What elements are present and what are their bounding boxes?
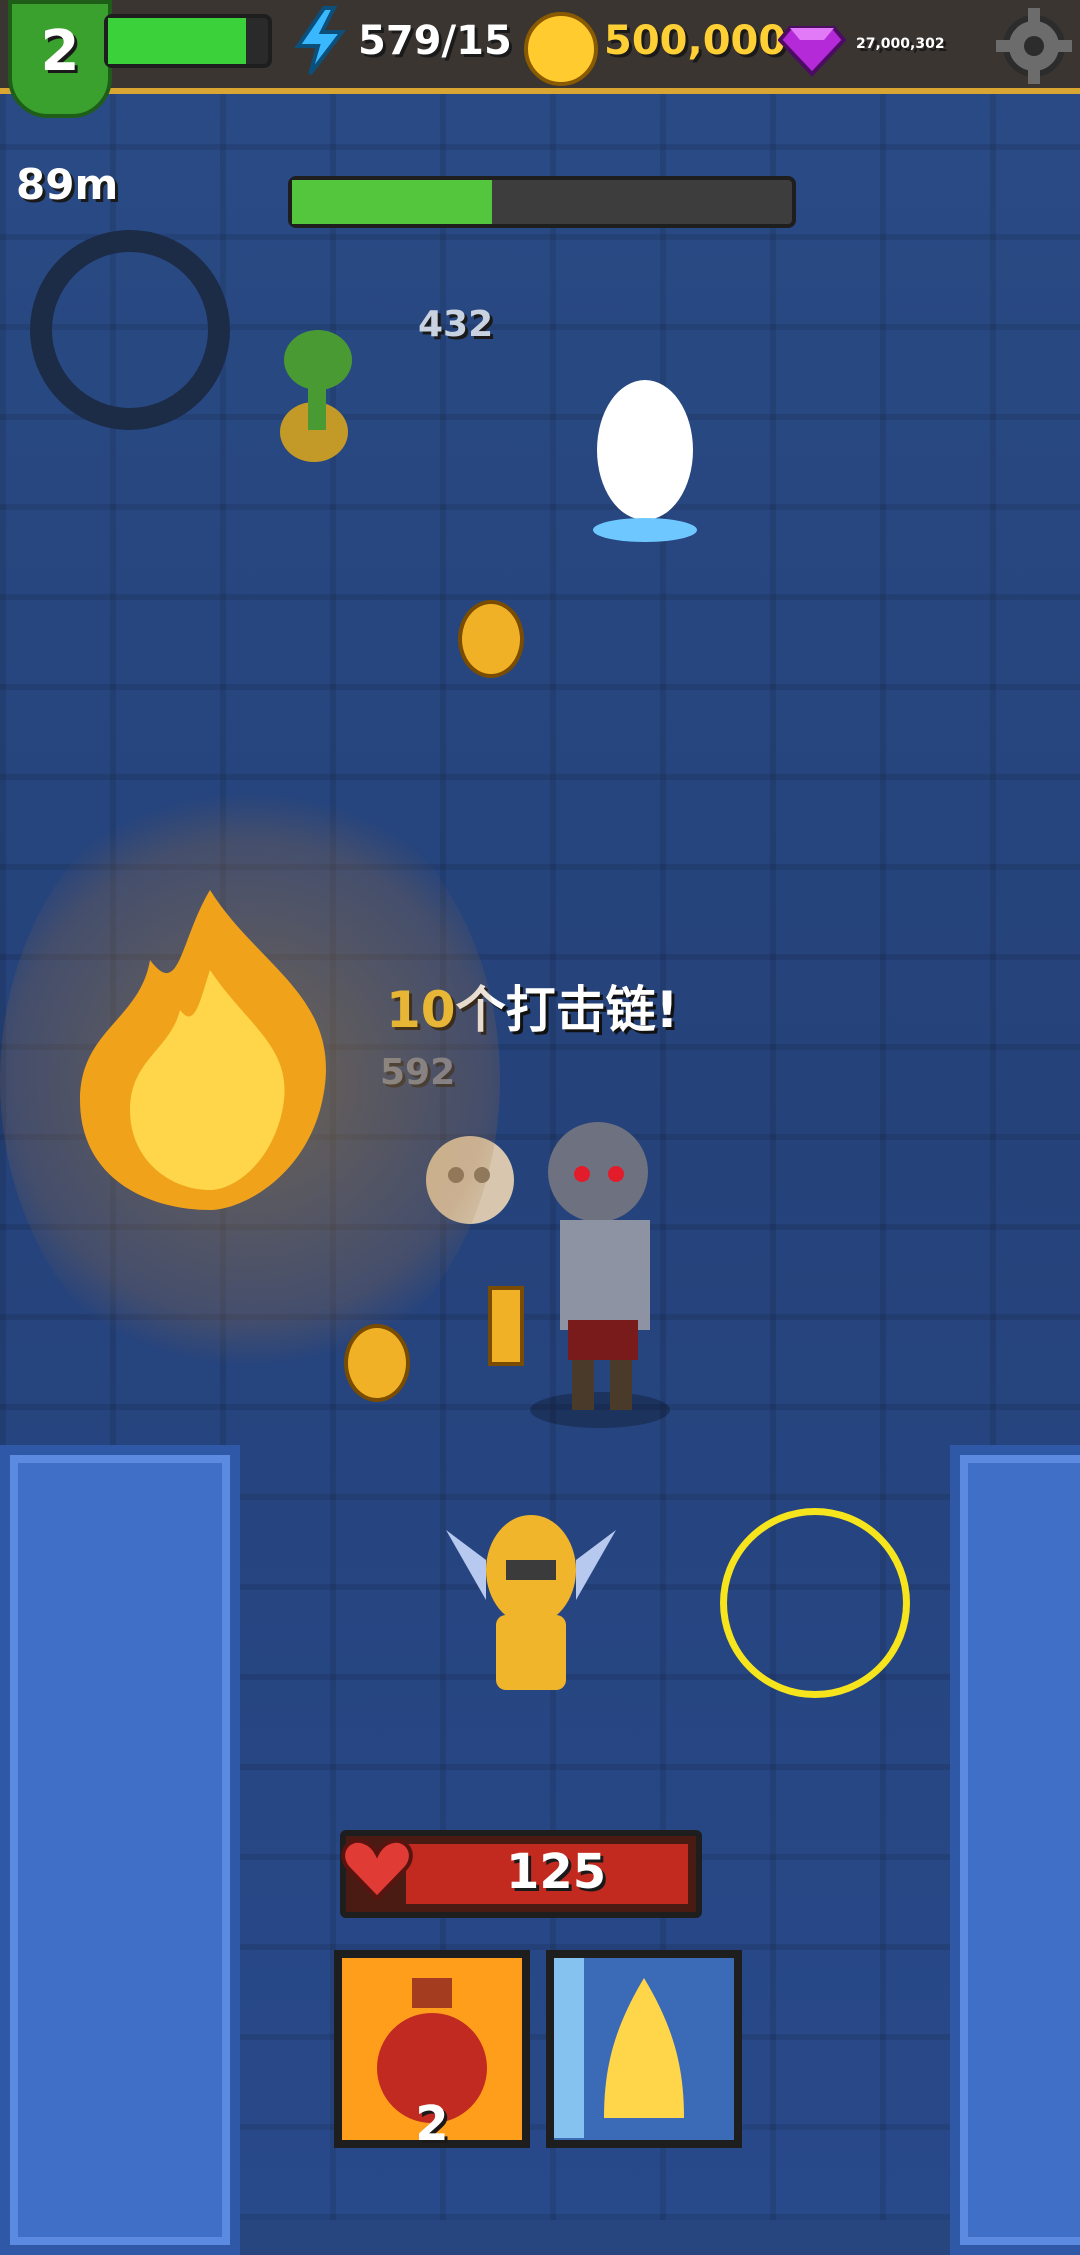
coin-pickup	[344, 1324, 410, 1402]
distance-label: 89m	[16, 160, 119, 209]
fire-icon	[60, 880, 360, 1220]
level-number: 2	[40, 19, 80, 84]
gem-icon	[777, 10, 847, 78]
xp-bar-fill	[108, 18, 246, 64]
coin-icon	[524, 12, 598, 86]
coin-count: 500,000	[604, 18, 787, 64]
energy-icon	[290, 6, 350, 76]
settings-gear-icon[interactable]	[994, 6, 1074, 86]
player-hp-value: 125	[506, 1844, 607, 1900]
target-reticle[interactable]	[720, 1508, 910, 1698]
gem-count: 27,000,302	[856, 36, 945, 52]
left-wall	[0, 1445, 240, 2255]
coin-pickup	[458, 600, 524, 678]
xp-bar	[104, 14, 272, 68]
dash-skill-button[interactable]	[546, 1950, 742, 2148]
damage-number-top: 432	[418, 304, 494, 345]
right-wall	[950, 1445, 1080, 2255]
potion-count: 2	[415, 2096, 449, 2152]
player-knight	[446, 1500, 616, 1700]
heart-icon	[340, 1832, 414, 1906]
boss-health-bar	[288, 176, 796, 228]
zombie-enemy	[520, 1100, 710, 1430]
cart-wheel	[30, 230, 230, 430]
potion-skill-button[interactable]: 2	[334, 1950, 530, 2152]
energy-count: 579/15	[358, 18, 512, 64]
level-shield: 2	[8, 0, 112, 118]
boss-health-fill	[292, 180, 492, 224]
ghost-enemy	[585, 370, 705, 550]
coin-pickup	[488, 1286, 524, 1366]
dash-arrow-icon	[554, 1958, 684, 2138]
snake-enemy	[268, 320, 368, 470]
